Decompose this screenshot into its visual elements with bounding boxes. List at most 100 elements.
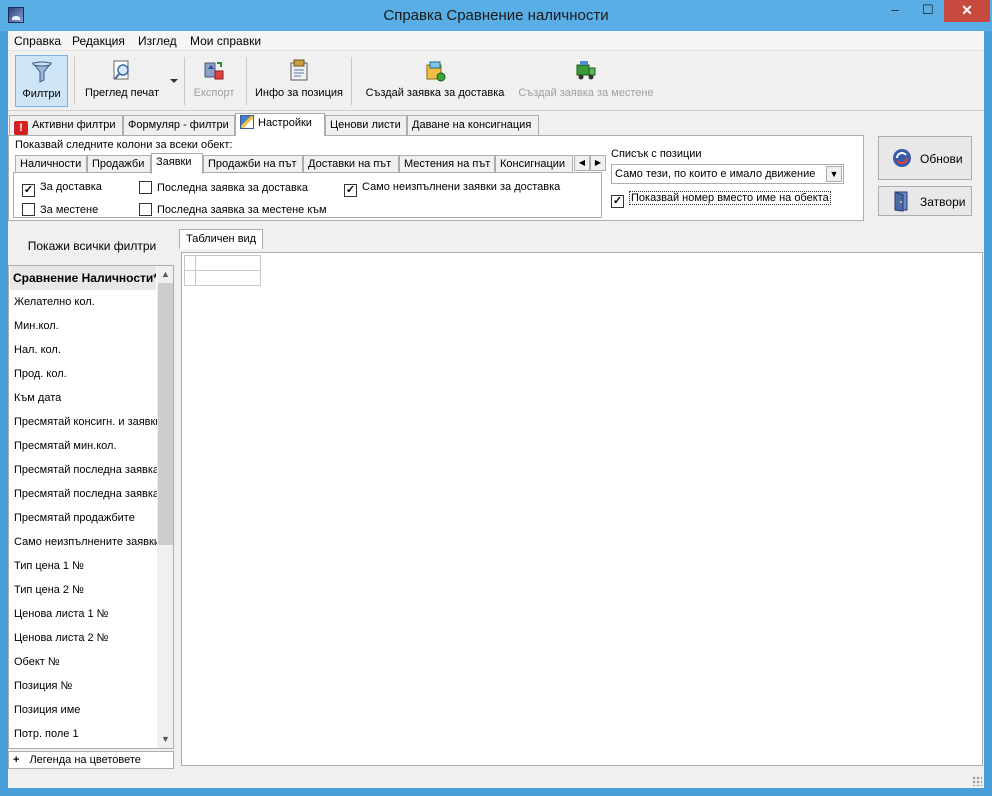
last-transfer-label: Последна заявка за местене към [157, 204, 327, 216]
toolbar-separator [74, 57, 75, 105]
tab-scroll-right-icon[interactable]: ▶ [590, 155, 606, 171]
filter-icon [31, 61, 52, 83]
filter-item[interactable]: Към дата [14, 386, 157, 410]
tab-scroll-left-icon[interactable]: ◀ [574, 155, 590, 171]
menu-help[interactable]: Справка [14, 34, 61, 48]
print-preview-dropdown-icon[interactable] [170, 79, 178, 83]
inner-tab-sales[interactable]: Продажби [87, 155, 151, 173]
grid-column-header[interactable] [195, 255, 261, 271]
refresh-icon [893, 149, 911, 167]
filter-item[interactable]: Нал. кол. [14, 338, 157, 362]
tab-active-filters[interactable]: ! Активни филтри [9, 115, 123, 135]
filter-item[interactable]: Обект № [14, 650, 157, 674]
checkbox-empty-icon [22, 203, 35, 216]
show-all-filters-button[interactable]: Покажи всички филтри [8, 229, 176, 263]
filter-item[interactable]: Прод. кол. [14, 362, 157, 386]
tab-settings[interactable]: Настройки [235, 113, 325, 136]
tab-label: Даване на консигнация [412, 119, 532, 131]
show-number-label: Показвай номер вместо име на обекта [629, 191, 831, 205]
filter-item[interactable]: Позиция № [14, 674, 157, 698]
delivery-order-icon [426, 61, 446, 82]
filter-item[interactable]: Тип цена 2 № [14, 578, 157, 602]
minimize-button[interactable]: ‒ [880, 0, 910, 22]
inner-tab-consignments[interactable]: Консигнации [495, 155, 573, 173]
color-legend-toggle[interactable]: + Легенда на цветовете [8, 751, 174, 769]
filter-item[interactable]: Ценова листа 1 № [14, 602, 157, 626]
scroll-down-icon[interactable]: ▼ [157, 731, 173, 748]
tab-give-consignment[interactable]: Даване на консигнация [407, 115, 539, 135]
menu-edit[interactable]: Редакция [72, 34, 125, 48]
filter-item[interactable]: Сравнение Наличности* [10, 266, 156, 290]
truck-icon [576, 61, 596, 80]
grid-header [184, 255, 262, 287]
last-transfer-checkbox[interactable]: Последна заявка за местене към [139, 203, 327, 216]
show-number-checkbox[interactable]: ✓ Показвай номер вместо име на обекта [611, 191, 831, 208]
inner-tab-deliveries-in-transit[interactable]: Доставки на път [303, 155, 399, 173]
column-tabs: Наличности Продажби Заявки Продажби на п… [13, 153, 606, 174]
toolbar-separator [351, 57, 352, 105]
resize-grip-icon[interactable] [972, 776, 982, 786]
columns-label: Показвай следните колони за всеки обект: [15, 139, 233, 151]
filter-item[interactable]: Пресмятай последна заявка [14, 482, 157, 506]
item-list-select[interactable]: Само тези, по които е имало движение ▼ [611, 164, 844, 184]
filter-item[interactable]: Тип цена 1 № [14, 554, 157, 578]
scroll-thumb[interactable] [158, 283, 173, 545]
chevron-down-icon[interactable]: ▼ [826, 166, 842, 182]
only-unfulfilled-checkbox[interactable]: ✓ Само неизпълнени заявки за доставка [344, 181, 560, 197]
only-unfulfilled-label: Само неизпълнени заявки за доставка [362, 181, 561, 193]
color-legend-label: Легенда на цветовете [29, 754, 141, 766]
filter-item[interactable]: Пресмятай последна заявка [14, 458, 157, 482]
tab-label: Настройки [258, 117, 312, 129]
create-delivery-button[interactable]: Създай заявка за доставка [362, 55, 508, 107]
grid-cell[interactable] [195, 270, 261, 286]
filter-list-scrollbar[interactable]: ▲ ▼ [157, 266, 173, 748]
tab-table-view[interactable]: Табличен вид [179, 229, 264, 249]
filter-item[interactable]: Позиция име [14, 698, 157, 722]
menu-my-reports[interactable]: Мои справки [190, 34, 261, 48]
checkmark-icon: ✓ [611, 195, 624, 208]
inner-tab-orders[interactable]: Заявки [151, 153, 203, 174]
tab-form-filters[interactable]: Формуляр - филтри [123, 115, 235, 135]
print-preview-button[interactable]: Преглед печат [78, 55, 166, 107]
for-transfer-checkbox[interactable]: За местене [22, 203, 98, 216]
inner-tab-sales-in-transit[interactable]: Продажби на път [203, 155, 303, 173]
print-preview-icon [113, 60, 129, 80]
door-exit-icon [894, 191, 908, 212]
filter-item[interactable]: Ценова листа 2 № [14, 626, 157, 650]
filter-item[interactable]: Желателно кол. [14, 290, 157, 314]
last-delivery-checkbox[interactable]: Последна заявка за доставка [139, 181, 308, 194]
refresh-label: Обнови [920, 152, 963, 166]
filter-item[interactable]: Пресмятай продажбите [14, 506, 157, 530]
settings-panel: Показвай следните колони за всеки обект:… [8, 135, 864, 221]
toolbar: Филтри Преглед печат Експорт Инфо за поз… [8, 51, 984, 111]
refresh-button[interactable]: Обнови [878, 136, 972, 180]
for-delivery-checkbox[interactable]: ✓ За доставка [22, 181, 102, 197]
toolbar-separator [184, 57, 185, 105]
filter-item[interactable]: Пресмятай мин.кол. [14, 434, 157, 458]
close-window-button[interactable]: ✕ [944, 0, 990, 22]
tab-scroll-arrows: ◀ ▶ [574, 155, 606, 171]
data-grid[interactable] [181, 252, 983, 766]
filter-item[interactable]: Само неизпълнените заявки [14, 530, 157, 554]
filters-button[interactable]: Филтри [15, 55, 68, 107]
create-transfer-button[interactable]: Създай заявка за местене [514, 55, 658, 107]
checkmark-icon: ✓ [344, 184, 357, 197]
tab-price-lists[interactable]: Ценови листи [325, 115, 407, 135]
item-list-label: Списък с позиции [611, 148, 702, 160]
export-button[interactable]: Експорт [188, 55, 240, 107]
checkmark-icon: ✓ [22, 184, 35, 197]
filters-label: Филтри [22, 88, 61, 100]
toolbar-separator [246, 57, 247, 105]
inner-tab-transfers-in-transit[interactable]: Местения на път [399, 155, 495, 173]
inner-tab-stock[interactable]: Наличности [15, 155, 87, 173]
menu-view[interactable]: Изглед [138, 34, 177, 48]
checkbox-empty-icon [139, 203, 152, 216]
filter-item[interactable]: Потр. поле 1 [14, 722, 157, 746]
scroll-up-icon[interactable]: ▲ [157, 266, 173, 283]
item-info-button[interactable]: Инфо за позиция [251, 55, 347, 107]
maximize-button[interactable]: ☐ [913, 0, 943, 22]
filter-item[interactable]: Пресмятай консигн. и заявки [14, 410, 157, 434]
close-button[interactable]: Затвори [878, 186, 972, 216]
filter-item[interactable]: Мин.кол. [14, 314, 157, 338]
window-title: Справка Сравнение наличности [383, 7, 609, 24]
